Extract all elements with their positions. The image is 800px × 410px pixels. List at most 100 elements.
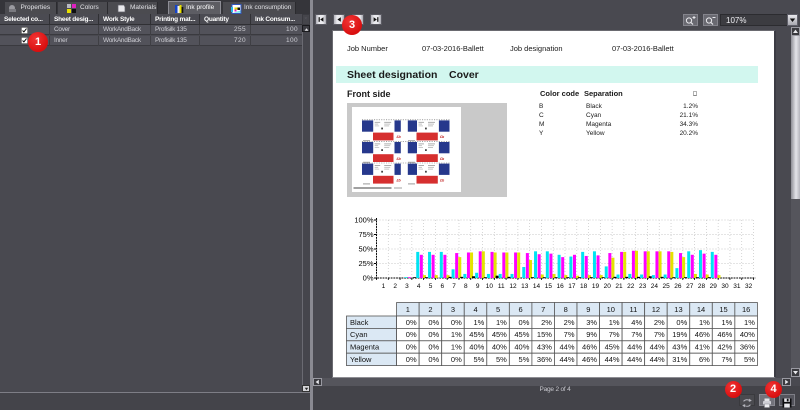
svg-text:10: 10: [606, 305, 614, 314]
svg-text:32: 32: [745, 283, 753, 290]
svg-text:12: 12: [652, 305, 660, 314]
svg-text:27: 27: [686, 283, 694, 290]
svg-text:3: 3: [405, 283, 409, 290]
svg-text:9: 9: [476, 283, 480, 290]
svg-text:46%: 46%: [582, 355, 597, 364]
svg-text:1%: 1%: [496, 318, 507, 327]
svg-text:6: 6: [518, 305, 522, 314]
svg-text:1%: 1%: [609, 318, 620, 327]
svg-text:28: 28: [698, 283, 706, 290]
svg-text:0%: 0%: [406, 330, 417, 339]
svg-text:£b: £b: [439, 157, 445, 161]
svg-text:46%: 46%: [695, 330, 710, 339]
svg-text:4: 4: [417, 283, 421, 290]
svg-text:15: 15: [719, 305, 727, 314]
svg-text:11: 11: [498, 283, 505, 290]
svg-text:0%: 0%: [406, 343, 417, 352]
svg-text:50%: 50%: [358, 245, 373, 254]
svg-text:13: 13: [674, 305, 682, 314]
svg-text:5: 5: [429, 283, 433, 290]
svg-text:7%: 7%: [631, 330, 642, 339]
svg-text:46%: 46%: [717, 330, 732, 339]
svg-text:5%: 5%: [496, 355, 507, 364]
svg-text:3%: 3%: [586, 318, 597, 327]
svg-text:0%: 0%: [451, 355, 462, 364]
svg-text:6%: 6%: [699, 355, 710, 364]
svg-text:13: 13: [521, 283, 529, 290]
svg-text:44%: 44%: [559, 343, 574, 352]
svg-text:0%: 0%: [428, 318, 439, 327]
svg-text:0%: 0%: [428, 330, 439, 339]
svg-text:5: 5: [496, 305, 500, 314]
svg-text:0%: 0%: [518, 318, 529, 327]
svg-text:£b: £b: [396, 135, 402, 139]
svg-text:5%: 5%: [744, 355, 755, 364]
svg-text:2%: 2%: [541, 318, 552, 327]
svg-text:31%: 31%: [672, 355, 687, 364]
svg-text:6: 6: [440, 283, 444, 290]
svg-text:12: 12: [509, 283, 517, 290]
svg-text:45%: 45%: [492, 330, 507, 339]
svg-text:£b: £b: [396, 178, 402, 182]
svg-text:0%: 0%: [406, 355, 417, 364]
svg-text:7%: 7%: [654, 330, 665, 339]
svg-text:7: 7: [541, 305, 545, 314]
svg-text:10: 10: [486, 283, 494, 290]
svg-text:0%: 0%: [406, 318, 417, 327]
svg-text:44%: 44%: [649, 355, 664, 364]
svg-text:20: 20: [604, 283, 612, 290]
svg-text:9%: 9%: [586, 330, 597, 339]
svg-text:£b: £b: [396, 157, 402, 161]
svg-text:25: 25: [663, 283, 671, 290]
svg-text:Magenta: Magenta: [350, 343, 380, 352]
svg-text:3: 3: [451, 305, 455, 314]
svg-text:23: 23: [639, 283, 647, 290]
svg-text:1%: 1%: [744, 318, 755, 327]
svg-text:Yellow: Yellow: [350, 355, 372, 364]
svg-text:18: 18: [580, 283, 588, 290]
svg-text:45%: 45%: [604, 343, 619, 352]
svg-text:14: 14: [697, 305, 705, 314]
svg-text:7: 7: [452, 283, 456, 290]
svg-text:30: 30: [721, 283, 729, 290]
svg-text:19: 19: [592, 283, 600, 290]
svg-text:0%: 0%: [676, 318, 687, 327]
svg-text:15: 15: [545, 283, 553, 290]
svg-text:45%: 45%: [469, 330, 484, 339]
svg-text:5%: 5%: [473, 355, 484, 364]
svg-text:44%: 44%: [604, 355, 619, 364]
svg-text:1%: 1%: [451, 330, 462, 339]
svg-text:29: 29: [710, 283, 718, 290]
svg-text:1%: 1%: [699, 318, 710, 327]
svg-text:44%: 44%: [649, 343, 664, 352]
svg-text:1%: 1%: [721, 318, 732, 327]
svg-text:16: 16: [742, 305, 750, 314]
svg-text:40%: 40%: [469, 343, 484, 352]
svg-text:40%: 40%: [492, 343, 507, 352]
svg-text:40%: 40%: [514, 343, 529, 352]
svg-text:0%: 0%: [428, 355, 439, 364]
svg-text:7%: 7%: [721, 355, 732, 364]
svg-text:15%: 15%: [537, 330, 552, 339]
svg-text:46%: 46%: [582, 343, 597, 352]
svg-text:1: 1: [382, 283, 386, 290]
svg-text:40%: 40%: [740, 330, 755, 339]
svg-text:43%: 43%: [672, 343, 687, 352]
svg-text:Cyan: Cyan: [350, 330, 368, 339]
svg-text:44%: 44%: [627, 355, 642, 364]
svg-text:Black: Black: [350, 318, 369, 327]
svg-text:5%: 5%: [518, 355, 529, 364]
svg-text:1%: 1%: [451, 343, 462, 352]
svg-text:2%: 2%: [563, 318, 574, 327]
svg-text:43%: 43%: [537, 343, 552, 352]
svg-text:16: 16: [556, 283, 564, 290]
svg-text:2: 2: [393, 283, 397, 290]
svg-text:0%: 0%: [363, 274, 374, 283]
svg-text:22: 22: [627, 283, 635, 290]
svg-text:75%: 75%: [358, 230, 373, 239]
svg-text:£b: £b: [439, 135, 445, 139]
svg-text:14: 14: [533, 283, 541, 290]
svg-text:1%: 1%: [473, 318, 484, 327]
svg-text:9: 9: [586, 305, 590, 314]
svg-text:31: 31: [733, 283, 741, 290]
